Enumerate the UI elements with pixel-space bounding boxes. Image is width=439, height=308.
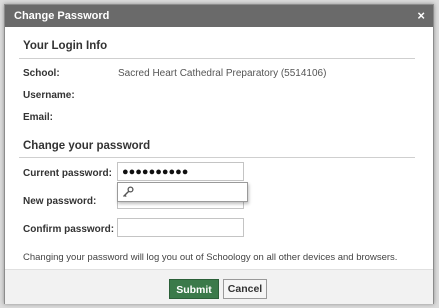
change-password-dialog: Change Password × Your Login Info School…	[4, 4, 434, 304]
confirm-password-label: Confirm password:	[23, 224, 115, 235]
divider	[19, 157, 415, 158]
email-label: Email:	[23, 112, 54, 123]
logout-notice: Changing your password will log you out …	[23, 252, 398, 263]
school-value: Sacred Heart Cathedral Preparatory (5514…	[118, 68, 327, 79]
current-password-field[interactable]: ●●●●●●●●●●	[117, 162, 244, 181]
key-icon	[123, 186, 134, 198]
close-icon[interactable]: ×	[417, 8, 425, 23]
confirm-password-field[interactable]	[117, 218, 244, 237]
dialog-footer: Submit Cancel	[5, 269, 433, 304]
divider	[19, 58, 415, 59]
submit-button[interactable]: Submit	[169, 279, 219, 299]
dialog-titlebar: Change Password ×	[5, 5, 433, 27]
change-password-heading: Change your password	[23, 140, 151, 152]
current-password-value: ●●●●●●●●●●	[122, 166, 189, 178]
username-label: Username:	[23, 90, 75, 101]
dialog-title: Change Password	[14, 10, 110, 22]
autofill-dropdown[interactable]	[117, 182, 248, 202]
school-label: School:	[23, 68, 60, 79]
cancel-button[interactable]: Cancel	[223, 279, 267, 299]
current-password-label: Current password:	[23, 168, 112, 179]
login-info-heading: Your Login Info	[23, 40, 108, 52]
new-password-label: New password:	[23, 196, 97, 207]
